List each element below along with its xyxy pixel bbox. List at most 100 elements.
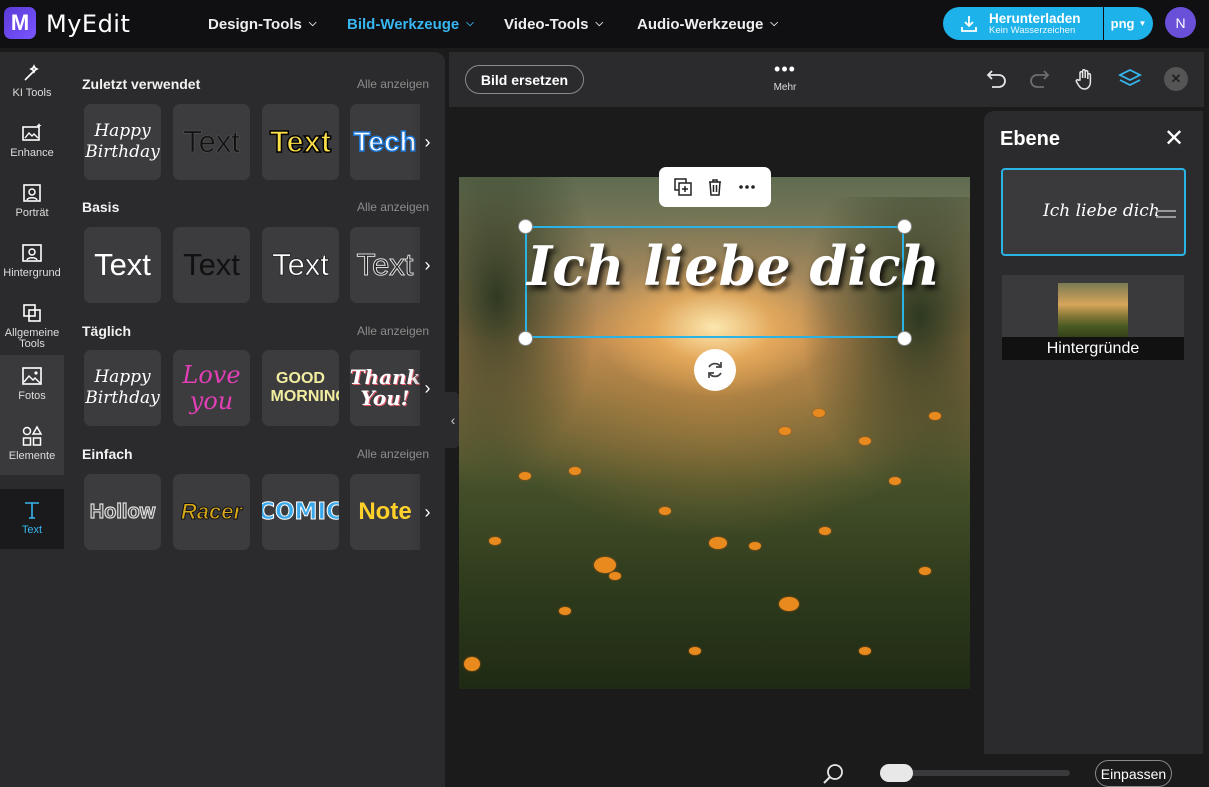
rail-item-fotos[interactable]: Fotos <box>0 355 64 415</box>
nav-audio-werkzeuge[interactable]: Audio-Werkzeuge ⌵ <box>637 0 778 48</box>
avatar[interactable]: N <box>1165 7 1196 38</box>
undo-icon <box>986 70 1006 88</box>
photo-icon <box>22 367 42 385</box>
photo-flower <box>929 412 941 420</box>
preset-label: Text <box>269 123 332 160</box>
rail-label: KI Tools <box>12 87 52 99</box>
chevron-down-icon: ⌵ <box>308 17 317 29</box>
photo-flower <box>609 572 621 580</box>
brand-name[interactable]: MyEdit <box>46 10 130 38</box>
nav-design-tools[interactable]: Design-Tools ⌵ <box>208 0 316 48</box>
preset-label: Tech <box>353 125 418 158</box>
scroll-right-button[interactable]: › <box>410 104 445 180</box>
preset-tile[interactable]: COMIC <box>262 474 339 550</box>
resize-handle-top-right[interactable] <box>897 219 912 234</box>
fit-button[interactable]: Einpassen <box>1095 760 1172 787</box>
rail-label: Text <box>21 524 43 536</box>
preset-tile[interactable]: GOOD MORNING <box>262 350 339 426</box>
rail-item-portrait[interactable]: Porträt <box>0 172 64 232</box>
rail-label: Enhance <box>10 147 54 159</box>
delete-icon[interactable] <box>705 177 725 197</box>
replace-image-button[interactable]: Bild ersetzen <box>465 65 584 94</box>
chevron-right-icon: › <box>424 377 431 398</box>
duplicate-icon[interactable] <box>673 177 693 197</box>
rail-item-allgemeine-tools[interactable]: Allgemeine Tools <box>0 292 64 352</box>
preset-label: Text <box>272 247 329 283</box>
preset-label: Love you <box>182 361 241 415</box>
drag-handle-icon[interactable] <box>1156 210 1176 218</box>
photo-flower <box>464 657 480 671</box>
layer-text-preview: Ich liebe dich <box>1043 201 1160 221</box>
preset-tile[interactable]: Happy Birthday <box>84 104 161 180</box>
zoom-search-icon[interactable] <box>822 762 846 786</box>
show-all-link[interactable]: Alle anzeigen <box>357 447 429 461</box>
background-label: Hintergründe <box>1002 337 1184 360</box>
section-title: Basis <box>82 199 120 215</box>
preset-tile[interactable]: Happy Birthday <box>84 350 161 426</box>
object-action-bar <box>659 167 771 207</box>
layers-button[interactable] <box>1117 66 1143 92</box>
chevron-right-icon: › <box>424 254 431 275</box>
photo-flower <box>559 607 571 615</box>
preset-tile[interactable]: Love you <box>173 350 250 426</box>
preset-tile[interactable]: Hollow <box>84 474 161 550</box>
preset-label: Text <box>356 247 414 283</box>
preset-tile[interactable]: Text <box>173 104 250 180</box>
zoom-slider-thumb[interactable] <box>880 764 913 782</box>
show-all-link[interactable]: Alle anzeigen <box>357 200 429 214</box>
selected-text-layer[interactable]: Ich liebe dich <box>525 226 940 338</box>
nav-video-tools[interactable]: Video-Tools ⌵ <box>504 0 603 48</box>
resize-handle-top-left[interactable] <box>518 219 533 234</box>
photo-flower <box>709 537 727 549</box>
show-all-link[interactable]: Alle anzeigen <box>357 77 429 91</box>
photo-flower <box>813 409 825 417</box>
scroll-right-button[interactable]: › <box>410 350 445 426</box>
photo-flower <box>859 437 871 445</box>
rail-label: Fotos <box>18 390 46 402</box>
more-options-icon[interactable] <box>737 177 757 197</box>
download-button[interactable]: Herunterladen Kein Wasserzeichen <box>943 7 1103 40</box>
rail-item-enhance[interactable]: Enhance <box>0 112 64 172</box>
rail-item-ki-tools[interactable]: KI Tools <box>0 52 64 112</box>
undo-button[interactable] <box>983 66 1009 92</box>
redo-icon <box>1030 70 1050 88</box>
preset-tile[interactable]: Text <box>262 104 339 180</box>
preset-label: Text <box>94 247 151 282</box>
rotate-button[interactable] <box>694 349 736 391</box>
hand-tool-button[interactable] <box>1072 66 1098 92</box>
rail-label: Elemente <box>8 450 56 462</box>
redo-button[interactable] <box>1027 66 1053 92</box>
chevron-down-icon: ⌵ <box>466 17 474 29</box>
chevron-left-icon: ‹ <box>450 412 456 428</box>
rail-item-elemente[interactable]: Elemente <box>0 415 64 475</box>
close-layers-icon[interactable]: ✕ <box>1164 127 1184 151</box>
preset-label: Text <box>183 247 240 282</box>
layer-item-text[interactable]: Ich liebe dich <box>1001 168 1186 256</box>
scroll-right-button[interactable]: › <box>410 474 445 550</box>
preset-tile[interactable]: Text <box>262 227 339 303</box>
more-button[interactable]: ••• Mehr <box>765 60 805 102</box>
logo-icon[interactable]: M <box>4 7 36 39</box>
scroll-right-button[interactable]: › <box>410 227 445 303</box>
nav-bild-werkzeuge[interactable]: Bild-Werkzeuge ⌵ <box>347 0 474 48</box>
nav-label: Audio-Werkzeuge <box>637 15 764 33</box>
photo-flower <box>779 597 799 611</box>
preset-label: Hollow <box>89 500 156 523</box>
tool-rail: KI Tools Enhance Porträt Hintergrund All… <box>0 52 66 787</box>
rail-item-hintergrund[interactable]: Hintergrund <box>0 232 64 292</box>
preset-tile[interactable]: Text <box>173 227 250 303</box>
preset-label: Happy Birthday <box>85 121 160 162</box>
layers-panel: Ebene ✕ Ich liebe dich Hintergründe <box>984 111 1203 754</box>
show-all-link[interactable]: Alle anzeigen <box>357 324 429 338</box>
resize-handle-bottom-right[interactable] <box>897 331 912 346</box>
preset-tile[interactable]: Racer <box>173 474 250 550</box>
canvas-text[interactable]: Ich liebe dich <box>527 234 940 298</box>
rail-item-text[interactable]: Text <box>0 489 64 549</box>
format-select[interactable]: png ▼ <box>1104 7 1153 40</box>
resize-handle-bottom-left[interactable] <box>518 331 533 346</box>
preset-tile[interactable]: Text <box>84 227 161 303</box>
close-editor-button[interactable]: ✕ <box>1164 67 1188 91</box>
preset-label: Note <box>358 498 412 525</box>
more-dots-icon: ••• <box>774 59 796 79</box>
layer-item-background[interactable]: Hintergründe <box>1002 275 1184 360</box>
